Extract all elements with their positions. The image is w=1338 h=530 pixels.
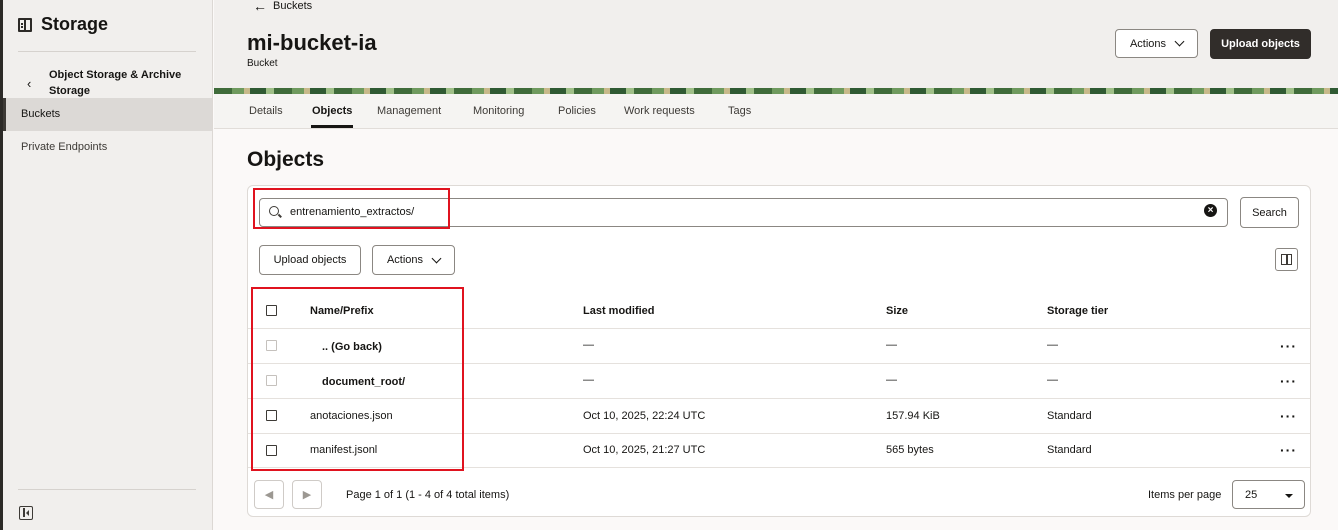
- more-options-icon[interactable]: ···: [1280, 373, 1297, 389]
- sidebar-parent-link[interactable]: Object Storage & Archive Storage: [49, 67, 199, 99]
- items-per-page-label: Items per page: [1148, 489, 1222, 501]
- column-header-last-modified[interactable]: Last modified: [583, 305, 655, 317]
- last-modified-cell: —: [583, 339, 594, 351]
- storage-tier-cell: Standard: [1047, 410, 1092, 422]
- actions-label: Actions: [386, 254, 424, 266]
- last-modified-cell: Oct 10, 2025, 22:24 UTC: [583, 410, 706, 422]
- column-header-storage-tier[interactable]: Storage tier: [1047, 305, 1108, 317]
- chevron-left-icon[interactable]: ‹: [27, 76, 31, 91]
- column-settings-icon[interactable]: [1275, 248, 1298, 271]
- header-upload-objects-button[interactable]: Upload objects: [1210, 29, 1311, 59]
- sidebar-title: Storage: [41, 14, 109, 34]
- clear-search-icon[interactable]: ×: [1204, 204, 1217, 217]
- chevron-right-icon: ▶: [302, 489, 312, 501]
- last-modified-cell: Oct 10, 2025, 21:27 UTC: [583, 444, 706, 456]
- sidebar-edge: [0, 0, 3, 530]
- search-highlight-box: [253, 188, 450, 229]
- previous-page-button[interactable]: ◀: [254, 480, 284, 509]
- more-options-icon[interactable]: ···: [1280, 442, 1297, 458]
- collapse-sidebar-icon[interactable]: [19, 506, 33, 520]
- size-cell: 157.94 KiB: [886, 410, 940, 422]
- sidebar-divider: [18, 489, 196, 490]
- back-link-label: Buckets: [273, 0, 313, 12]
- size-cell: —: [886, 374, 897, 386]
- chevron-down-icon: [1174, 36, 1185, 47]
- tab-objects[interactable]: Objects: [312, 105, 352, 117]
- last-modified-cell: —: [583, 374, 594, 386]
- column-header-size[interactable]: Size: [886, 305, 908, 317]
- more-options-icon[interactable]: ···: [1280, 338, 1297, 354]
- chevron-left-icon: ◀: [264, 489, 274, 501]
- sidebar-divider: [18, 51, 196, 52]
- page-title: mi-bucket-ia: [247, 30, 377, 55]
- search-button[interactable]: Search: [1240, 197, 1299, 228]
- storage-tier-cell: Standard: [1047, 444, 1092, 456]
- tab-tags[interactable]: Tags: [728, 105, 751, 117]
- table-highlight-box: [251, 287, 464, 471]
- sidebar-item-buckets[interactable]: Buckets: [3, 98, 212, 131]
- storage-tier-cell: —: [1047, 339, 1058, 351]
- size-cell: —: [886, 339, 897, 351]
- items-per-page-value: 25: [1245, 489, 1258, 501]
- dropdown-caret-icon: [1285, 494, 1293, 498]
- actions-button[interactable]: Actions: [372, 245, 455, 275]
- section-heading: Objects: [247, 148, 325, 171]
- page-subtitle: Bucket: [247, 58, 278, 69]
- tab-monitoring[interactable]: Monitoring: [473, 105, 524, 117]
- back-link[interactable]: ← Buckets: [253, 0, 312, 14]
- sidebar-header: Storage: [18, 14, 108, 35]
- more-options-icon[interactable]: ···: [1280, 408, 1297, 424]
- items-per-page-select[interactable]: 25: [1232, 480, 1305, 509]
- size-cell: 565 bytes: [886, 444, 934, 456]
- storage-icon: [18, 17, 32, 32]
- tab-management[interactable]: Management: [377, 105, 441, 117]
- sidebar-item-private-endpoints[interactable]: Private Endpoints: [3, 131, 212, 164]
- tab-details[interactable]: Details: [249, 105, 283, 117]
- sidebar: Storage ‹ Object Storage & Archive Stora…: [0, 0, 213, 530]
- next-page-button[interactable]: ▶: [292, 480, 322, 509]
- pagination-summary: Page 1 of 1 (1 - 4 of 4 total items): [346, 489, 510, 501]
- upload-objects-button[interactable]: Upload objects: [259, 245, 361, 275]
- arrow-left-icon: ←: [253, 0, 267, 14]
- active-tab-indicator: [311, 125, 353, 128]
- chevron-down-icon: [431, 253, 442, 263]
- tab-work-requests[interactable]: Work requests: [624, 105, 695, 117]
- tab-policies[interactable]: Policies: [558, 105, 596, 117]
- header-actions-label: Actions: [1129, 37, 1167, 50]
- header-actions-button[interactable]: Actions: [1115, 29, 1198, 58]
- storage-tier-cell: —: [1047, 374, 1058, 386]
